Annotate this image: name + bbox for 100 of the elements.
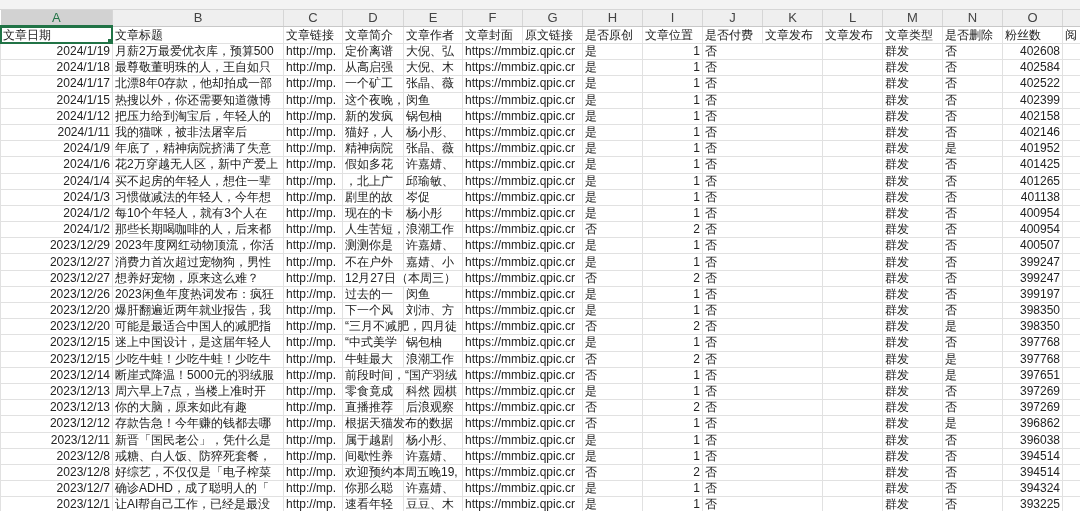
table-cell-text: 群发 (884, 351, 910, 367)
column-letter[interactable]: I (642, 10, 703, 26)
table-cell-text: 否 (704, 432, 718, 448)
table-cell-text: 394514 (1018, 448, 1061, 464)
table-cell-text: 2023/12/8 (55, 464, 111, 480)
table-cell-text: 1 (692, 76, 701, 92)
table-cell-text: 锅包柚 (405, 108, 443, 124)
column-letter[interactable]: O (1002, 10, 1063, 26)
table-cell-text: http://mp. (285, 76, 338, 92)
table-cell-text: 否 (704, 448, 718, 464)
table-cell-text: 1 (692, 303, 701, 319)
table-cell-text: 1 (692, 205, 701, 221)
table-cell-text: 买不起房的年轻人，想住一辈 (114, 173, 272, 189)
table-cell-text: https://mmbiz.qpic.cr (464, 464, 577, 480)
table-cell-text: 否 (584, 464, 598, 480)
table-cell-text: 1 (692, 92, 701, 108)
table-cell-text: 1 (692, 108, 701, 124)
table-cell-text: http://mp. (285, 367, 338, 383)
column-letter[interactable]: N (942, 10, 1003, 26)
column-letter[interactable]: B (112, 10, 284, 26)
table-cell-text: 否 (944, 125, 958, 141)
table-cell-text: 是 (584, 238, 598, 254)
table-cell-text: https://mmbiz.qpic.cr (464, 351, 577, 367)
table-cell-text: 否 (944, 44, 958, 60)
table-cell-text: 398350 (1018, 303, 1061, 319)
table-cell-text: 2024/1/9 (62, 141, 111, 157)
table-cell-text: 1 (692, 416, 701, 432)
table-cell-text: 否 (704, 319, 718, 335)
table-cell-text: 群发 (884, 497, 910, 511)
column-letter[interactable]: G (522, 10, 583, 26)
table-cell-text: 是 (944, 367, 958, 383)
table-cell-text: 否 (944, 448, 958, 464)
table-cell-text: 2023/12/15 (48, 351, 111, 367)
table-cell-text: 2023/12/1 (55, 497, 111, 511)
table-cell-text: https://mmbiz.qpic.cr (464, 125, 577, 141)
table-cell-text: 群发 (884, 400, 910, 416)
table-cell-text: 2024/1/3 (62, 189, 111, 205)
fill-handle[interactable] (108, 39, 112, 43)
column-letter[interactable]: F (462, 10, 523, 26)
table-cell-text: 2023/12/27 (48, 254, 111, 270)
table-cell-text: 否 (944, 222, 958, 238)
column-header: 文章发布 (824, 26, 874, 43)
table-cell-text: 否 (944, 270, 958, 286)
column-header: 文章链接 (285, 26, 335, 43)
table-cell-text: 1 (692, 125, 701, 141)
table-cell-text: 否 (944, 238, 958, 254)
table-cell-text: 否 (704, 108, 718, 124)
table-cell-text: 断崖式降温！5000元的羽绒服 (114, 367, 275, 383)
column-header: 是否付费 (704, 26, 754, 43)
table-cell-text: 2 (692, 222, 701, 238)
table-cell-text: 2024/1/19 (55, 44, 111, 60)
table-cell-text: 2024/1/2 (62, 205, 111, 221)
table-cell-text: https://mmbiz.qpic.cr (464, 400, 577, 416)
table-cell-text: 是 (584, 44, 598, 60)
table-cell-text: 否 (704, 286, 718, 302)
table-cell-text: 热搜以外，你还需要知道微博 (114, 92, 272, 108)
table-cell-text: 是 (584, 303, 598, 319)
table-cell-text: 许嘉婧、 (405, 481, 455, 497)
column-letter[interactable]: E (403, 10, 463, 26)
column-letter[interactable]: D (342, 10, 404, 26)
table-cell-text: https://mmbiz.qpic.cr (464, 222, 577, 238)
table-cell-text: 2023/12/29 (48, 238, 111, 254)
table-cell-text: “中式美学 (344, 335, 398, 351)
table-cell-text: https://mmbiz.qpic.cr (464, 432, 577, 448)
table-cell-text: 401265 (1018, 173, 1061, 189)
table-cell-text: 群发 (884, 303, 910, 319)
column-letter[interactable]: L (822, 10, 883, 26)
table-cell-text: 1 (692, 497, 701, 511)
table-cell-text: 速看年轻 (344, 497, 394, 511)
column-letter[interactable]: K (762, 10, 823, 26)
table-cell-text: 前段时间，“国产羽绒 (344, 367, 458, 383)
table-cell-text: 是 (584, 384, 598, 400)
table-cell-text: 是 (584, 60, 598, 76)
table-cell-text: 许嘉婧、 (405, 448, 455, 464)
table-cell-text: http://mp. (285, 157, 338, 173)
column-header: 文章位置 (644, 26, 694, 43)
table-cell-text: 月薪2万最爱优衣库，预算500 (114, 44, 275, 60)
table-cell-text: 这个夜晚， (344, 92, 403, 108)
table-cell-text: https://mmbiz.qpic.cr (464, 319, 577, 335)
table-cell-text: 1 (692, 384, 701, 400)
table-cell-text: 2023/12/20 (48, 319, 111, 335)
column-letter[interactable]: M (882, 10, 943, 26)
table-cell-text: 直播推荐 (344, 400, 394, 416)
column-letter[interactable]: H (582, 10, 643, 26)
column-letter[interactable]: C (283, 10, 343, 26)
table-cell-text: https://mmbiz.qpic.cr (464, 481, 577, 497)
column-letter[interactable]: J (702, 10, 763, 26)
table-cell-text: https://mmbiz.qpic.cr (464, 157, 577, 173)
table-cell-text: 新的发疯 (344, 108, 394, 124)
table-cell-text: 396862 (1018, 416, 1061, 432)
table-cell-text: 后浪观察 (405, 400, 455, 416)
table-cell-text: https://mmbiz.qpic.cr (464, 60, 577, 76)
table-cell-text: https://mmbiz.qpic.cr (464, 205, 577, 221)
table-cell-text: 群发 (884, 205, 910, 221)
table-cell-text: 可能是最适合中国人的减肥指 (114, 319, 272, 335)
column-letter[interactable]: A (0, 10, 113, 26)
table-cell-text: 1 (692, 254, 701, 270)
table-cell-text: 群发 (884, 173, 910, 189)
table-cell-text: 否 (584, 400, 598, 416)
table-cell-text: 394324 (1018, 481, 1061, 497)
